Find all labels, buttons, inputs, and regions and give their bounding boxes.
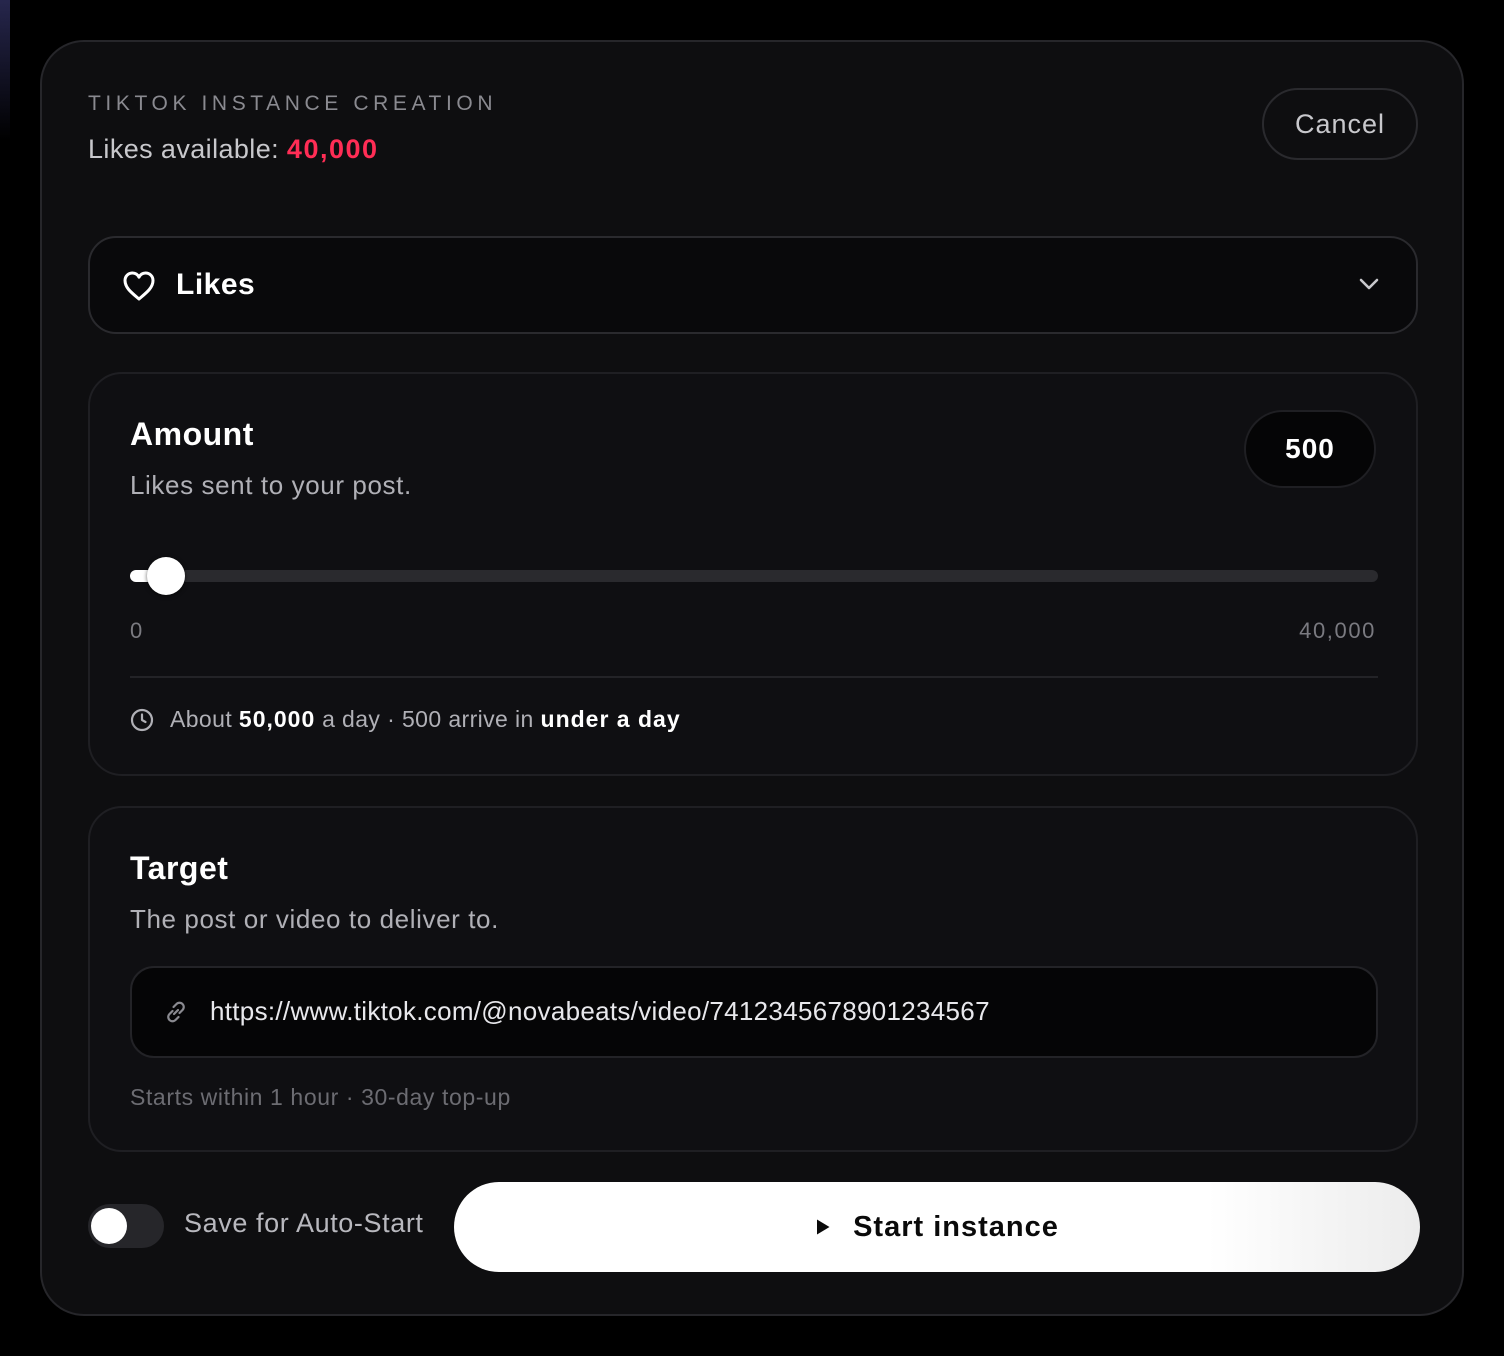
- target-note: Starts within 1 hour · 30-day top-up: [130, 1084, 511, 1110]
- start-instance-button[interactable]: Start instance: [454, 1182, 1420, 1272]
- slider-min-label: 0: [130, 618, 144, 643]
- delivery-estimate: About 50,000 a day · 500 arrive in under…: [130, 706, 681, 733]
- start-instance-label: Start instance: [853, 1210, 1059, 1243]
- chevron-down-icon: [1359, 278, 1379, 290]
- slider-max-label: 40,000: [1299, 618, 1376, 643]
- eta-mid: a day · 500 arrive in: [322, 706, 534, 732]
- amount-slider-track[interactable]: [130, 557, 1378, 595]
- edge-glow: [0, 0, 10, 140]
- target-subtitle: The post or video to deliver to.: [130, 904, 499, 934]
- auto-start-toggle-knob: [91, 1208, 127, 1244]
- amount-title: Amount: [130, 416, 254, 452]
- service-select-value: Likes: [176, 268, 256, 301]
- eta-rate: 50,000: [238, 706, 316, 732]
- panel-eyebrow: TIKTOK INSTANCE CREATION: [88, 92, 498, 115]
- play-icon: [817, 1219, 830, 1235]
- target-url-input[interactable]: https://www.tiktok.com/@novabeats/video/…: [130, 966, 1378, 1058]
- eta-duration: under a day: [540, 706, 681, 732]
- amount-card: Amount Likes sent to your post. 500 0 40…: [88, 372, 1418, 776]
- service-select[interactable]: Likes: [88, 236, 1418, 334]
- instance-creation-panel: TIKTOK INSTANCE CREATION Likes available…: [40, 40, 1464, 1316]
- likes-available-value: 40,000: [286, 134, 379, 164]
- amount-input[interactable]: 500: [1244, 410, 1376, 488]
- amount-slider-thumb[interactable]: [147, 557, 186, 595]
- link-icon: [167, 1001, 185, 1023]
- likes-available-label: Likes available:: [88, 134, 280, 164]
- target-card: Target The post or video to deliver to. …: [88, 806, 1418, 1152]
- auto-start-toggle[interactable]: [88, 1204, 164, 1248]
- cancel-button[interactable]: Cancel: [1262, 88, 1418, 160]
- amount-divider: [130, 676, 1378, 678]
- target-title: Target: [130, 850, 229, 886]
- auto-start-label: Save for Auto-Start: [184, 1208, 424, 1238]
- likes-available: Likes available: 40,000: [88, 134, 379, 165]
- clock-icon: [130, 708, 154, 731]
- amount-subtitle: Likes sent to your post.: [130, 470, 412, 500]
- heart-icon: [123, 271, 155, 301]
- eta-prefix: About: [170, 706, 233, 732]
- target-url-value: https://www.tiktok.com/@novabeats/video/…: [210, 996, 990, 1026]
